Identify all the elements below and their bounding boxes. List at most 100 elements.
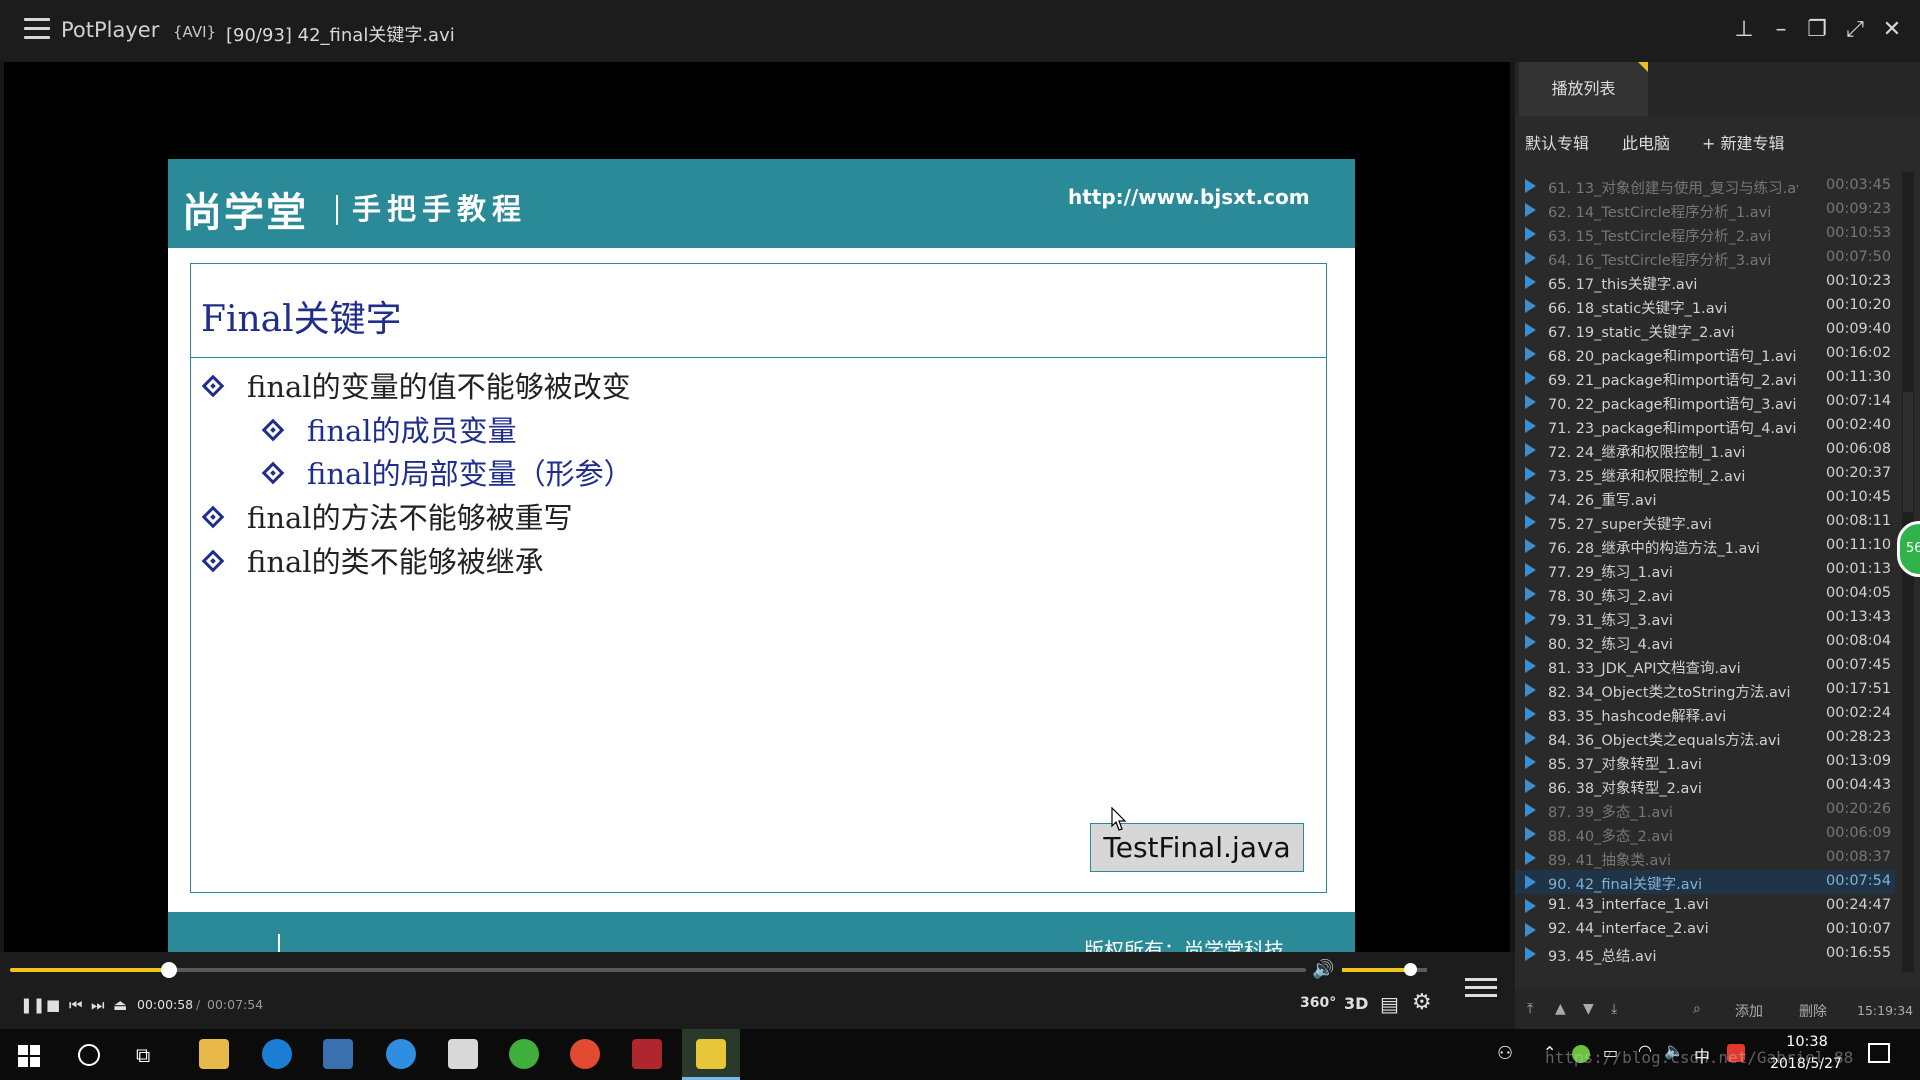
- playlist-item[interactable]: 64. 16_TestCircle程序分析_3.avi 00:07:50: [1515, 246, 1895, 270]
- playlist-toggle-icon[interactable]: [1465, 978, 1497, 1004]
- playlist-item[interactable]: 78. 30_练习_2.avi 00:04:05: [1515, 582, 1895, 606]
- play-triangle-icon: [1525, 227, 1536, 241]
- playlist-item[interactable]: 75. 27_super关键字.avi 00:08:11: [1515, 510, 1895, 534]
- playlist-item[interactable]: 92. 44_interface_2.avi 00:10:07: [1515, 918, 1895, 942]
- playlist-item[interactable]: 87. 39_多态_1.avi 00:20:26: [1515, 798, 1895, 822]
- playlist-item[interactable]: 77. 29_练习_1.avi 00:01:13: [1515, 558, 1895, 582]
- safari-like-icon[interactable]: [386, 1039, 416, 1069]
- album-tab-default[interactable]: 默认专辑: [1525, 120, 1589, 168]
- playlist-item[interactable]: 88. 40_多态_2.avi 00:06:09: [1515, 822, 1895, 846]
- move-up-icon[interactable]: ▲: [1555, 1001, 1566, 1017]
- slide-url: http://www.bjsxt.com: [1068, 185, 1310, 209]
- seek-bar[interactable]: [10, 962, 1306, 978]
- playlist-item-duration: 00:07:50: [1826, 249, 1892, 265]
- playlist-item-duration: 00:17:51: [1826, 681, 1892, 697]
- mcafee-icon[interactable]: [632, 1039, 662, 1069]
- store-icon[interactable]: [323, 1039, 353, 1069]
- playlist-item[interactable]: 84. 36_Object类之equals方法.avi 00:28:23: [1515, 726, 1895, 750]
- playlist-item-duration: 00:20:37: [1826, 465, 1892, 481]
- playlist-item[interactable]: 68. 20_package和import语句_1.avi 00:16:02: [1515, 342, 1895, 366]
- minimize-icon[interactable]: –: [1767, 16, 1795, 44]
- settings-gear-icon[interactable]: ⚙: [1412, 990, 1432, 1015]
- playlist-item[interactable]: 83. 35_hashcode解释.avi 00:02:24: [1515, 702, 1895, 726]
- playlist-item[interactable]: 82. 34_Object类之toString方法.avi 00:17:51: [1515, 678, 1895, 702]
- previous-icon[interactable]: ⏮: [69, 996, 83, 1014]
- app-name[interactable]: PotPlayer: [61, 18, 159, 42]
- playlist-item[interactable]: 89. 41_抽象类.avi 00:08:37: [1515, 846, 1895, 870]
- playlist-item[interactable]: 62. 14_TestCircle程序分析_1.avi 00:09:23: [1515, 198, 1895, 222]
- playlist-item[interactable]: 66. 18_static关键字_1.avi 00:10:20: [1515, 294, 1895, 318]
- edge-icon[interactable]: [262, 1039, 292, 1069]
- playlist-item[interactable]: 80. 32_练习_4.avi 00:08:04: [1515, 630, 1895, 654]
- scrollbar-thumb[interactable]: [1903, 392, 1913, 512]
- tab-playlist[interactable]: 播放列表: [1519, 62, 1648, 116]
- pin-icon[interactable]: ⊥: [1730, 16, 1758, 44]
- search-icon[interactable]: ⌕: [1693, 1001, 1701, 1017]
- volume-slider[interactable]: [1342, 963, 1427, 976]
- move-down-icon[interactable]: ▼: [1583, 1001, 1594, 1017]
- playlist-item[interactable]: 85. 37_对象转型_1.avi 00:13:09: [1515, 750, 1895, 774]
- vr-360-button[interactable]: 360°: [1300, 995, 1336, 1011]
- playlist-item[interactable]: 73. 25_继承和权限控制_2.avi 00:20:37: [1515, 462, 1895, 486]
- playlist-item[interactable]: 93. 45_总结.avi 00:16:55: [1515, 942, 1895, 966]
- playlist-item-duration: 00:24:47: [1826, 897, 1892, 913]
- playlist-item-duration: 00:09:23: [1826, 201, 1892, 217]
- playlist-item[interactable]: 74. 26_重写.avi 00:10:45: [1515, 486, 1895, 510]
- album-tab-new[interactable]: + 新建专辑: [1702, 120, 1785, 168]
- close-icon[interactable]: ✕: [1878, 16, 1906, 44]
- fullscreen-icon[interactable]: ⤢: [1841, 16, 1869, 44]
- playlist-item[interactable]: 81. 33_JDK_API文档查询.avi 00:07:45: [1515, 654, 1895, 678]
- playlist-item[interactable]: 79. 31_练习_3.avi 00:13:43: [1515, 606, 1895, 630]
- move-bottom-icon[interactable]: ⤓: [1611, 1001, 1617, 1017]
- playlist-item-duration: 00:01:13: [1826, 561, 1892, 577]
- playlist-item[interactable]: 63. 15_TestCircle程序分析_2.avi 00:10:53: [1515, 222, 1895, 246]
- next-icon[interactable]: ⏭: [91, 996, 105, 1014]
- playlist-item[interactable]: 65. 17_this关键字.avi 00:10:23: [1515, 270, 1895, 294]
- playlist-item-duration: 00:10:45: [1826, 489, 1892, 505]
- eject-icon[interactable]: ⏏: [113, 996, 127, 1014]
- move-top-icon[interactable]: ⤒: [1527, 1001, 1533, 1017]
- playlist-item-duration: 00:10:53: [1826, 225, 1892, 241]
- mouse-pointer-icon: [1111, 807, 1127, 831]
- playlist-item[interactable]: 72. 24_继承和权限控制_1.avi 00:06:08: [1515, 438, 1895, 462]
- playlist-item[interactable]: 70. 22_package和import语句_3.avi 00:07:14: [1515, 390, 1895, 414]
- album-tab-this-pc[interactable]: 此电脑: [1622, 120, 1670, 168]
- hamburger-menu-icon[interactable]: [24, 18, 50, 40]
- playlist-item[interactable]: 61. 13_对象创建与使用_复习与练习.avi 00:03:45: [1515, 174, 1895, 198]
- video-area[interactable]: 尚学堂 手把手教程 http://www.bjsxt.com Final关键字 …: [4, 62, 1510, 981]
- notifications-icon[interactable]: [1868, 1043, 1890, 1063]
- browser-360-icon[interactable]: [509, 1039, 539, 1069]
- playlist-item[interactable]: 67. 19_static_关键字_2.avi 00:09:40: [1515, 318, 1895, 342]
- slide-sub-bullet: final的成员变量: [307, 414, 517, 448]
- delete-button[interactable]: 删除: [1799, 1001, 1827, 1021]
- chapter-icon[interactable]: ▤: [1380, 992, 1399, 1016]
- playlist-item[interactable]: 76. 28_继承中的构造方法_1.avi 00:11:10: [1515, 534, 1895, 558]
- bullet-diamond-icon: [201, 374, 225, 398]
- total-time: 00:07:54: [207, 997, 264, 1012]
- chrome-icon[interactable]: [570, 1039, 600, 1069]
- mail-icon[interactable]: [448, 1039, 478, 1069]
- seek-handle[interactable]: [161, 962, 178, 978]
- stop-icon[interactable]: ■: [46, 996, 60, 1014]
- slide-bullet: final的类不能够被继承: [247, 545, 544, 579]
- potplayer-icon[interactable]: [696, 1039, 726, 1069]
- playlist-item[interactable]: 90. 42_final关键字.avi 00:07:54: [1515, 870, 1895, 894]
- file-explorer-icon[interactable]: [199, 1039, 229, 1069]
- playlist-item[interactable]: 69. 21_package和import语句_2.avi 00:11:30: [1515, 366, 1895, 390]
- restore-icon[interactable]: ❐: [1803, 16, 1831, 44]
- slide-bullet: final的变量的值不能够被改变: [247, 370, 631, 404]
- windows-start-icon[interactable]: [18, 1045, 40, 1067]
- task-view-icon[interactable]: ⧉: [136, 1043, 150, 1067]
- add-button[interactable]: 添加: [1735, 1001, 1763, 1021]
- people-icon[interactable]: ⚇: [1497, 1043, 1513, 1064]
- volume-icon[interactable]: 🔊: [1312, 959, 1334, 980]
- cortana-icon[interactable]: [78, 1044, 100, 1066]
- pause-icon[interactable]: ❚❚: [20, 996, 45, 1014]
- 3d-button[interactable]: 3D: [1344, 994, 1368, 1013]
- playlist-item[interactable]: 86. 38_对象转型_2.avi 00:04:43: [1515, 774, 1895, 798]
- playlist-item[interactable]: 71. 23_package和import语句_4.avi 00:02:40: [1515, 414, 1895, 438]
- playlist-item[interactable]: 91. 43_interface_1.avi 00:24:47: [1515, 894, 1895, 918]
- play-triangle-icon: [1525, 779, 1536, 793]
- bullet-diamond-icon: [261, 461, 285, 485]
- volume-handle[interactable]: [1404, 963, 1417, 976]
